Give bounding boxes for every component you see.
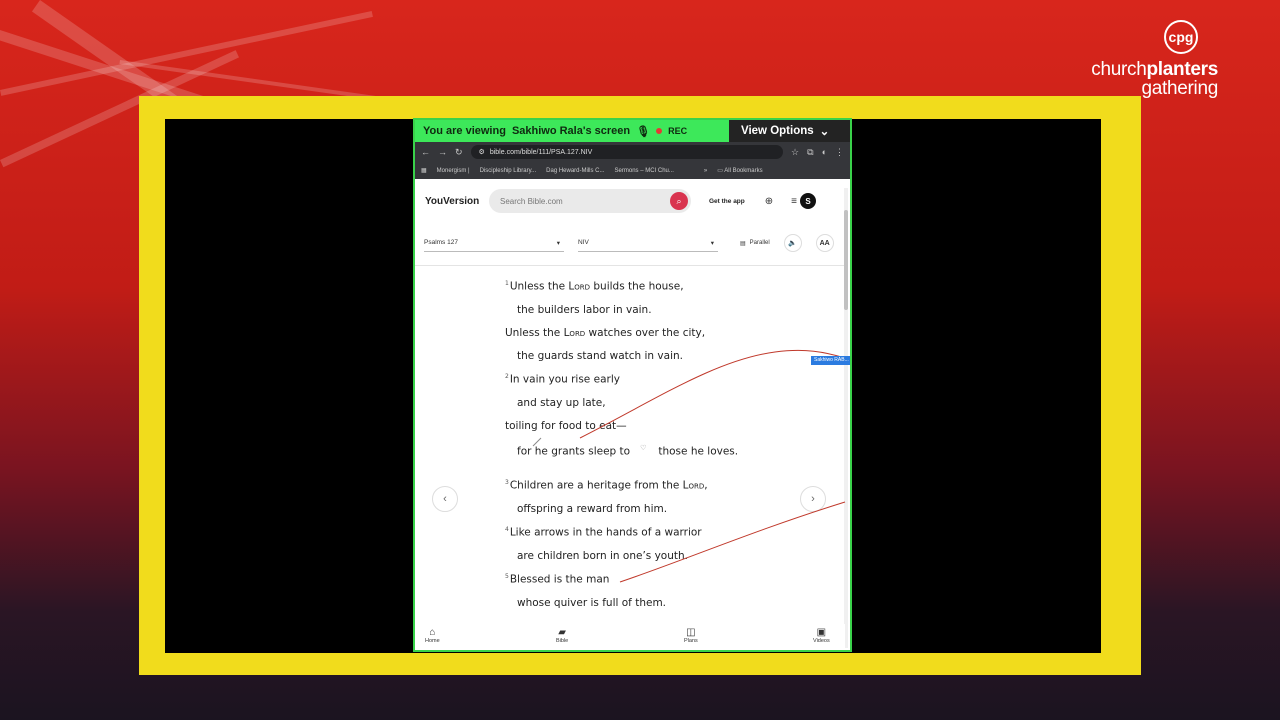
view-options-label: View Options (741, 125, 814, 137)
bookmarks-overflow-icon[interactable]: » (704, 168, 707, 174)
get-the-app-link[interactable]: Get the app (709, 198, 745, 205)
verse-line: the builders labor in vain. (517, 304, 652, 316)
remote-cursor-label: Sakhiwo RAB... (811, 356, 850, 365)
browser-toolbar: ← → ↻ ⚙ bible.com/bible/111/PSA.127.NIV … (415, 142, 850, 162)
bottom-navigation: ⌂ Home ▰ Bible ◫ Plans ▣ Videos (415, 624, 845, 650)
mic-off-icon: 🎙 (636, 125, 651, 138)
viewing-name: Sakhiwo Rala's screen (511, 125, 631, 137)
reload-icon[interactable]: ↻ (455, 147, 463, 158)
verse-line: are children born in one’s youth. (517, 550, 688, 562)
youversion-header: YouVersion Search Bible.com ⌕ Get the ap… (415, 179, 850, 223)
youversion-logo[interactable]: YouVersion (425, 196, 489, 207)
nav-videos[interactable]: ▣ Videos (813, 627, 830, 644)
address-bar[interactable]: ⚙ bible.com/bible/111/PSA.127.NIV (470, 145, 784, 159)
parallel-toggle[interactable]: ▤ Parallel (740, 240, 770, 247)
version-select[interactable]: NIV ▾ (578, 234, 718, 252)
scrollbar-thumb[interactable] (844, 210, 848, 310)
page-scrollbar[interactable] (844, 188, 848, 648)
verse-line: Unless the Lord watches over the city, (505, 327, 706, 339)
back-icon[interactable]: ← (421, 147, 430, 157)
caret-down-icon: ▾ (556, 239, 560, 247)
globe-icon[interactable]: ⊕ (765, 196, 773, 207)
verse-line: whose quiver is full of them. (517, 597, 667, 609)
nav-home[interactable]: ⌂ Home (425, 627, 440, 644)
version-value: NIV (578, 239, 589, 246)
previous-chapter-button[interactable]: ‹ (432, 486, 458, 512)
footnote-icon[interactable]: ♡ (640, 444, 646, 452)
reader-controls: Psalms 127 ▾ NIV ▾ ▤ Parallel 🔈 AA (415, 228, 850, 258)
all-bookmarks[interactable]: ▭ All Bookmarks (717, 167, 762, 174)
chevron-left-icon: ‹ (443, 493, 447, 505)
nav-bible[interactable]: ▰ Bible (556, 627, 568, 644)
verse-line: and stay up late, (517, 397, 606, 409)
font-settings-button[interactable]: AA (815, 234, 834, 252)
avatar: S (800, 193, 816, 209)
recording-dot-icon (656, 128, 663, 134)
parallel-label: Parallel (749, 240, 770, 246)
verse-line: 2In vain you rise early (505, 373, 620, 386)
bookmark-item[interactable]: Dag Heward-Mills C... (546, 168, 604, 174)
verse-line: 4Like arrows in the hands of a warrior (505, 526, 702, 539)
parallel-icon: ▤ (740, 240, 746, 247)
nav-plans[interactable]: ◫ Plans (684, 627, 698, 644)
extensions-icon[interactable]: ⧉ (807, 147, 813, 158)
search-placeholder: Search Bible.com (500, 196, 563, 206)
chevron-right-icon: › (811, 493, 815, 505)
verse-line: 5Blessed is the man (505, 573, 610, 586)
scripture-text: 1Unless the Lord builds the house, the b… (415, 266, 845, 616)
audio-button[interactable]: 🔈 (783, 234, 802, 252)
site-info-icon[interactable]: ⚙ (479, 148, 485, 156)
verse-line: the guards stand watch in vain. (517, 350, 683, 362)
forward-icon[interactable]: → (438, 147, 447, 157)
verse-line: offspring a reward from him. (517, 503, 668, 515)
shared-screen: You are viewing Sakhiwo Rala's screen 🎙 … (413, 118, 852, 652)
url-text: bible.com/bible/111/PSA.127.NIV (489, 148, 593, 156)
cpg-logo-circle: cpg (1164, 20, 1198, 54)
verse-line: for he grants sleep to ♡ those he loves. (517, 444, 739, 458)
viewing-banner: You are viewing Sakhiwo Rala's screen 🎙 … (415, 120, 729, 142)
bookmarks-bar: ▦ Monergism | Discipleship Library... Da… (415, 162, 850, 179)
bookmark-item[interactable]: Discipleship Library... (480, 168, 537, 174)
verse-line: 1Unless the Lord builds the house, (505, 280, 684, 293)
speaker-icon: 🔈 (788, 240, 798, 247)
home-icon: ⌂ (429, 627, 436, 638)
next-chapter-button[interactable]: › (800, 486, 826, 512)
plans-icon: ◫ (686, 627, 696, 638)
more-icon[interactable]: ⋮ (835, 147, 844, 158)
logo-line-1: churchplanters (1091, 59, 1218, 80)
hamburger-icon: ≡ (791, 195, 797, 207)
book-chapter-select[interactable]: Psalms 127 ▾ (424, 234, 564, 252)
search-input[interactable]: Search Bible.com ⌕ (489, 189, 691, 213)
search-icon[interactable]: ⌕ (670, 192, 688, 210)
book-chapter-value: Psalms 127 (424, 239, 458, 246)
menu-button[interactable]: ≡ S (791, 193, 816, 209)
chevron-down-icon: ⌄ (819, 126, 830, 138)
caret-down-icon: ▾ (710, 239, 714, 247)
verse-line: 3Children are a heritage from the Lord, (505, 479, 708, 492)
rec-label: REC (668, 126, 688, 136)
viewing-prefix: You are viewing (423, 125, 506, 137)
star-icon[interactable]: ☆ (791, 147, 799, 158)
videos-icon: ▣ (816, 627, 827, 638)
bookmark-item[interactable]: Monergism | (437, 168, 470, 174)
profile-icon[interactable]: ◐ (822, 147, 827, 157)
bible-icon: ▰ (558, 627, 566, 638)
church-planters-gathering-logo: cpg churchplanters gathering (1068, 20, 1218, 98)
verse-line: toiling for food to eat— (505, 420, 627, 432)
screen-share-bar: You are viewing Sakhiwo Rala's screen 🎙 … (415, 120, 850, 142)
bookmark-item[interactable]: Sermons – MCI Chu... (615, 168, 674, 174)
apps-icon[interactable]: ▦ (421, 167, 427, 174)
view-options-button[interactable]: View Options ⌄ (729, 120, 850, 142)
